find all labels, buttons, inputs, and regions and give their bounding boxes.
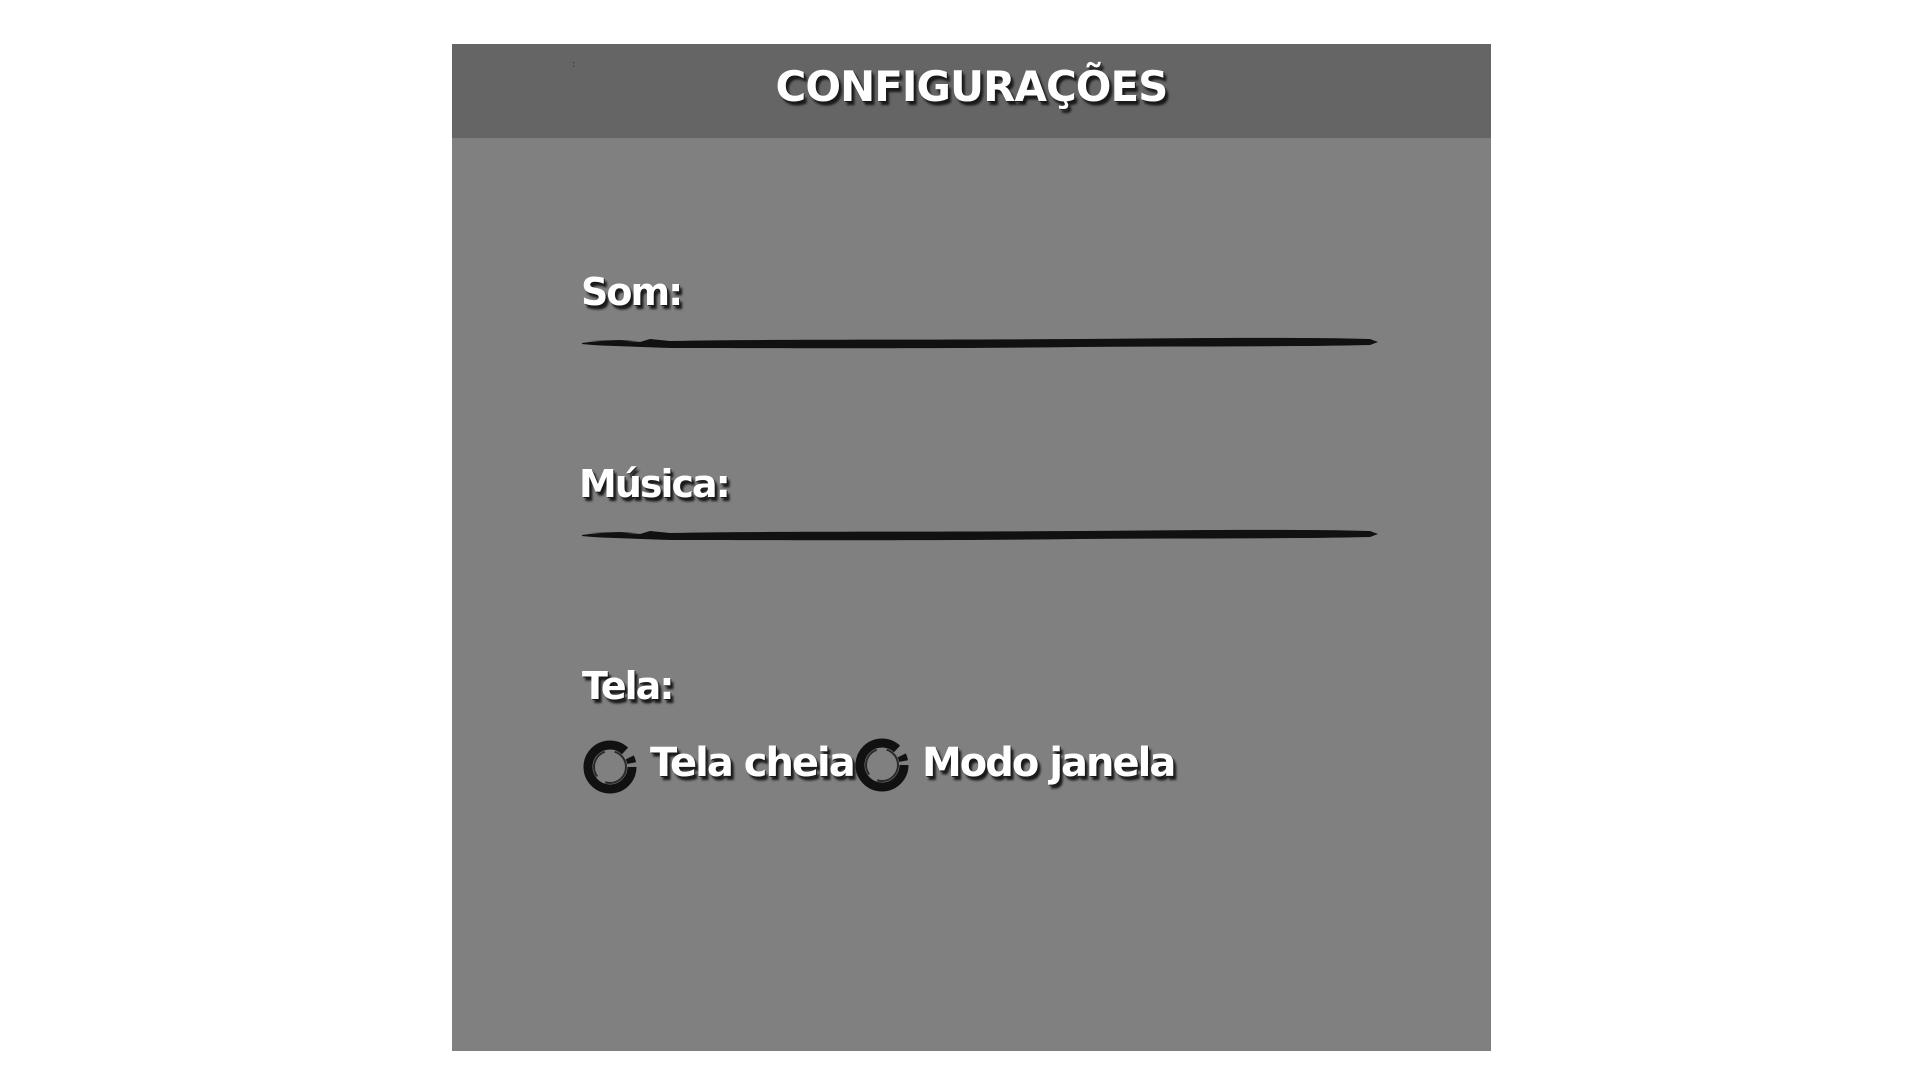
brush-circle-icon bbox=[583, 740, 637, 794]
music-slider[interactable] bbox=[580, 523, 1380, 547]
screen-label: Tela: bbox=[582, 664, 675, 708]
sound-label: Som: bbox=[581, 270, 683, 314]
fullscreen-radio[interactable] bbox=[581, 736, 643, 798]
windowed-radio[interactable] bbox=[852, 734, 914, 796]
sound-slider[interactable] bbox=[580, 331, 1380, 355]
brush-circle-icon bbox=[855, 738, 909, 792]
music-label: Música: bbox=[579, 462, 731, 506]
sound-slider-track bbox=[582, 337, 1378, 349]
header-bar: : CONFIGURAÇÕES bbox=[452, 44, 1491, 138]
music-slider-track bbox=[582, 529, 1378, 541]
windowed-label[interactable]: Modo janela bbox=[922, 740, 1176, 786]
fullscreen-label[interactable]: Tela cheia bbox=[650, 740, 856, 786]
page-title: CONFIGURAÇÕES bbox=[775, 62, 1169, 111]
settings-panel: : CONFIGURAÇÕES Som: Música: Tela: Tela … bbox=[452, 44, 1491, 1051]
